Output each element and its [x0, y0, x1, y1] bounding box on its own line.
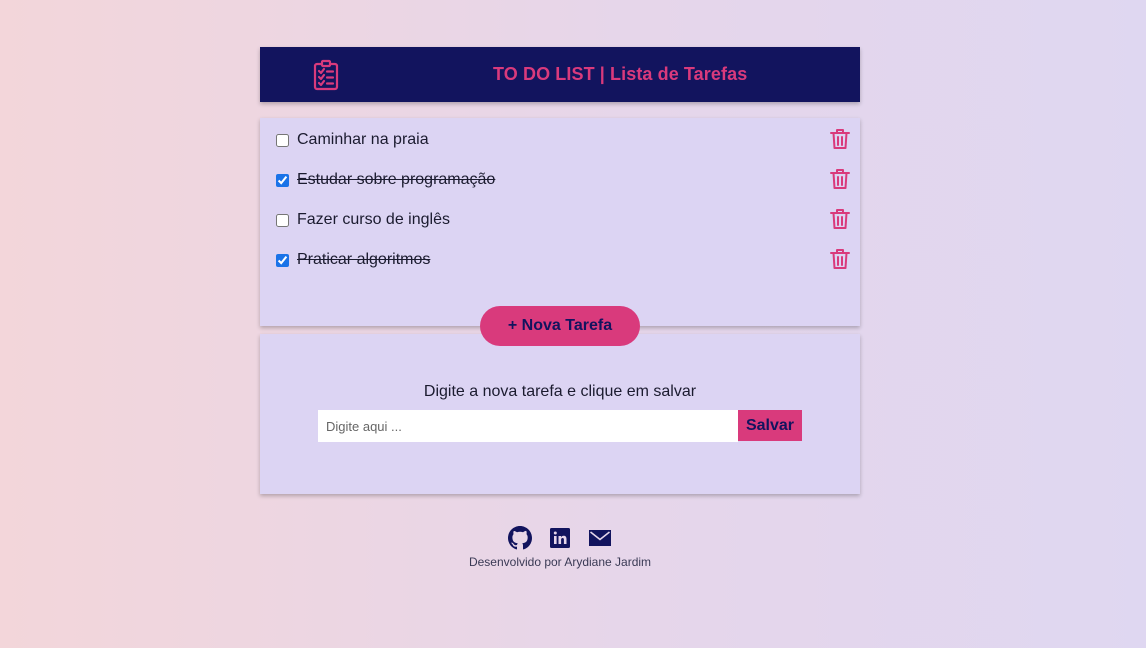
task-item: Fazer curso de inglês	[276, 208, 854, 232]
task-label: Praticar algoritmos	[297, 251, 431, 268]
save-button[interactable]: Salvar	[738, 410, 802, 441]
clipboard-list-icon	[313, 59, 339, 91]
footer: Desenvolvido por Arydiane Jardim	[260, 526, 860, 569]
task-item: Estudar sobre programação	[276, 168, 854, 192]
task-item: Praticar algoritmos	[276, 248, 854, 272]
task-checkbox[interactable]	[276, 214, 289, 227]
social-links	[260, 526, 860, 550]
github-icon[interactable]	[508, 526, 532, 550]
trash-icon[interactable]	[830, 128, 850, 150]
new-task-form: Digite a nova tarefa e clique em salvar …	[260, 334, 860, 494]
task-checkbox[interactable]	[276, 254, 289, 267]
app-header: TO DO LIST | Lista de Tarefas	[260, 47, 860, 102]
app-container: TO DO LIST | Lista de Tarefas Caminhar n…	[260, 47, 860, 494]
task-label: Caminhar na praia	[297, 131, 429, 148]
trash-icon[interactable]	[830, 168, 850, 190]
trash-icon[interactable]	[830, 248, 850, 270]
task-item: Caminhar na praia	[276, 128, 854, 152]
task-checkbox[interactable]	[276, 174, 289, 187]
task-list: Caminhar na praia Estudar sobre programa…	[260, 118, 860, 346]
trash-icon[interactable]	[830, 208, 850, 230]
task-label: Estudar sobre programação	[297, 171, 496, 188]
page-title: TO DO LIST | Lista de Tarefas	[493, 64, 748, 84]
credit-text: Desenvolvido por Arydiane Jardim	[468, 555, 652, 569]
task-input[interactable]	[318, 410, 738, 442]
mail-icon[interactable]	[588, 526, 612, 550]
linkedin-icon[interactable]	[548, 526, 572, 550]
task-label: Fazer curso de inglês	[297, 211, 450, 228]
form-hint: Digite a nova tarefa e clique em salvar	[423, 383, 697, 400]
new-task-button[interactable]: + Nova Tarefa	[480, 306, 640, 346]
task-checkbox[interactable]	[276, 134, 289, 147]
